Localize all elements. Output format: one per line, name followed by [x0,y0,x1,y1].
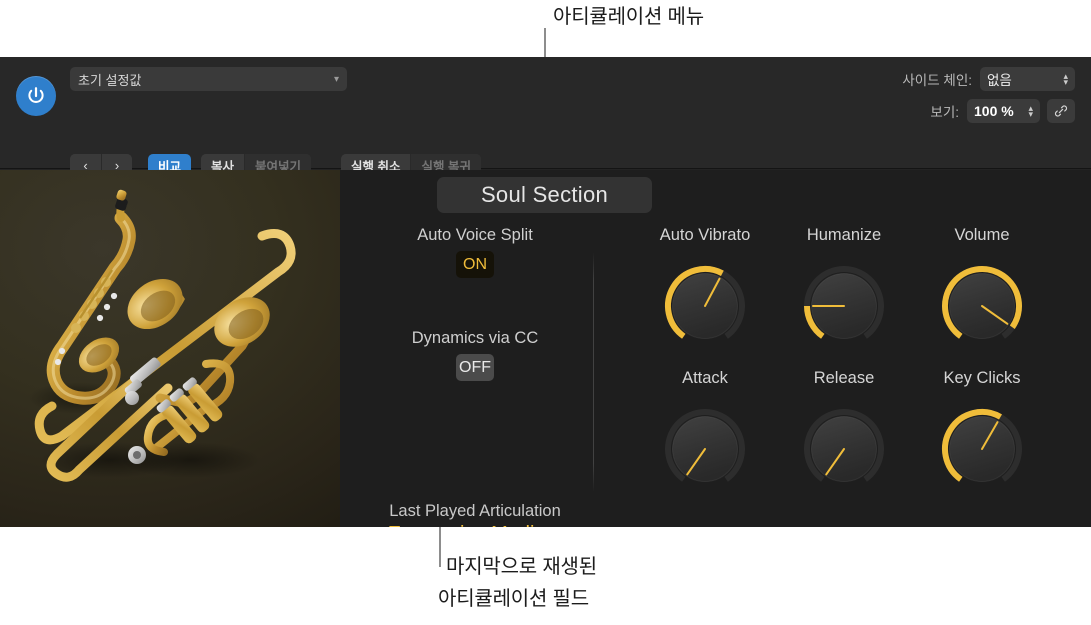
knob-dial[interactable] [927,251,1037,361]
plugin-controls-panel: Soul Section Auto Voice Split ON Dynamic… [340,170,1091,527]
sidechain-row: 사이드 체인: 없음 ▴ ▾ [902,67,1075,91]
knob-label: Release [813,369,875,387]
knob-attack[interactable]: Attack [650,369,760,504]
last-played-value: Expressive Medium [360,523,590,527]
view-zoom-value: 100 % [974,103,1014,119]
knob-volume[interactable]: Volume [927,226,1037,361]
auto-voice-split-label: Auto Voice Split [417,226,533,244]
link-icon [1054,105,1068,117]
up-down-stepper-icon: ▴▾ [1028,103,1033,119]
knob-dial[interactable] [789,251,899,361]
view-label: 보기: [930,105,959,120]
chevron-down-icon: ▾ [333,73,339,85]
callout-last-played-line1: 마지막으로 재생된 [446,556,597,578]
knob-dial[interactable] [650,394,760,504]
callout-articulation-menu: 아티큘레이션 메뉴 [553,6,704,28]
knob-label: Auto Vibrato [659,226,751,244]
sidechain-value: 없음 [987,73,1012,88]
screenshot-root: 아티큘레이션 메뉴 마지막으로 재생된 아티큘레이션 필드 초기 설정값 ▾ ‹… [0,0,1091,625]
knob-label: Attack [682,369,728,387]
dynamics-via-cc-toggle[interactable]: OFF [456,354,494,381]
sidechain-dropdown[interactable]: 없음 ▴ ▾ [980,67,1075,91]
plugin-header-toolbar: 초기 설정값 ▾ ‹ › 비교 복사 붙여넣기 실행 취소 실행 복귀 아티큘레… [0,57,1091,217]
callout-last-played-line2: 아티큘레이션 필드 [438,588,589,610]
dynamics-via-cc-block: Dynamics via CC OFF [385,329,565,381]
sidechain-label: 사이드 체인: [902,73,972,88]
plugin-body: Soul Section Auto Voice Split ON Dynamic… [0,170,1091,527]
knob-dial[interactable] [927,394,1037,504]
power-button[interactable] [16,76,56,116]
knob-label: Humanize [806,226,882,244]
instrument-artwork-panel [0,170,340,527]
knob-label: Volume [954,226,1010,244]
auto-voice-split-block: Auto Voice Split ON [385,226,565,278]
brass-instruments-artwork [28,189,296,482]
panel-divider [593,252,594,492]
power-icon [28,87,44,103]
preset-dropdown[interactable]: 초기 설정값 ▾ [70,67,347,91]
auto-voice-split-toggle[interactable]: ON [456,251,494,278]
knob-label: Key Clicks [943,369,1021,387]
knob-dial[interactable] [789,394,899,504]
knob-dial[interactable] [650,251,760,361]
dynamics-via-cc-label: Dynamics via CC [411,329,539,347]
knob-key-clicks[interactable]: Key Clicks [927,369,1037,504]
knob-auto-vibrato[interactable]: Auto Vibrato [650,226,760,361]
plugin-window: 초기 설정값 ▾ ‹ › 비교 복사 붙여넣기 실행 취소 실행 복귀 아티큘레… [0,57,1091,527]
preset-value: 초기 설정값 [78,72,142,88]
last-played-articulation-field: Last Played Articulation Expressive Medi… [360,502,590,527]
up-down-stepper-icon: ▴▾ [1063,71,1068,87]
last-played-label: Last Played Articulation [389,502,561,520]
knob-humanize[interactable]: Humanize [789,226,899,361]
section-title: Soul Section [437,177,652,213]
view-zoom-dropdown[interactable]: 100 % ▴ ▾ [967,99,1040,123]
link-button[interactable] [1047,99,1075,123]
view-row: 보기: 100 % ▴ ▾ [930,99,1075,123]
knob-release[interactable]: Release [789,369,899,504]
